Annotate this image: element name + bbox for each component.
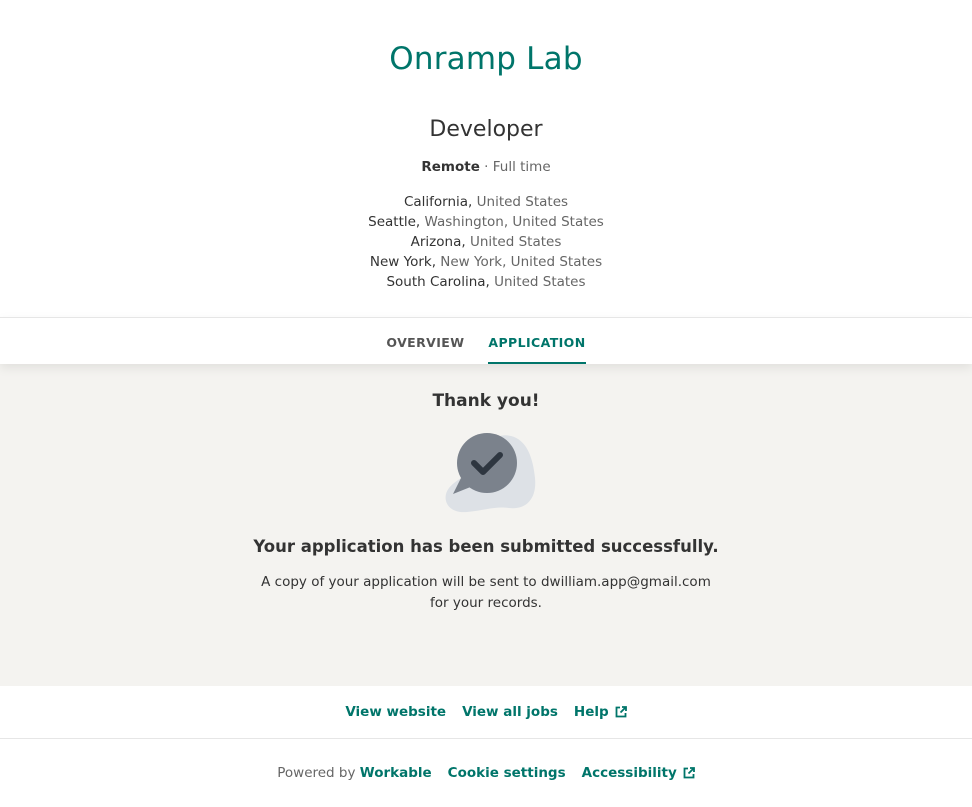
location-item: South Carolina, United States xyxy=(386,274,586,290)
powered-by: Powered by Workable xyxy=(277,765,432,781)
location-item: New York, New York, United States xyxy=(369,254,603,270)
workable-link[interactable]: Workable xyxy=(360,765,432,781)
meta-separator: · xyxy=(484,159,489,175)
copy-note: A copy of your application will be sent … xyxy=(261,574,711,611)
tab-application[interactable]: APPLICATION xyxy=(488,318,586,364)
tab-bar: OVERVIEW APPLICATION xyxy=(0,317,972,364)
view-website-link[interactable]: View website xyxy=(345,704,446,720)
location-item: California, United States xyxy=(403,194,569,210)
company-name: Onramp Lab xyxy=(389,41,583,77)
location-item: Seattle, Washington, United States xyxy=(368,214,604,230)
employment-type: Full time xyxy=(492,159,551,175)
tab-overview[interactable]: OVERVIEW xyxy=(386,318,464,364)
job-title: Developer xyxy=(429,117,543,142)
workplace-type: Remote xyxy=(421,159,480,175)
job-header: Onramp Lab Developer Remote · Full time … xyxy=(0,0,972,318)
external-link-icon xyxy=(683,767,695,779)
location-item: Arizona, United States xyxy=(410,234,562,250)
job-meta: Remote · Full time xyxy=(0,158,972,176)
view-all-jobs-link[interactable]: View all jobs xyxy=(462,704,558,720)
help-link[interactable]: Help xyxy=(574,704,627,720)
location-list: California, United States Seattle, Washi… xyxy=(0,192,972,292)
accessibility-link[interactable]: Accessibility xyxy=(582,765,695,781)
cookie-settings-link[interactable]: Cookie settings xyxy=(448,765,566,781)
company-links: View website View all jobs Help xyxy=(0,686,972,739)
page-footer: Powered by Workable Cookie settings Acce… xyxy=(0,739,972,807)
success-message: Your application has been submitted succ… xyxy=(253,537,719,556)
confirmation-panel: Thank you! Your application has been sub… xyxy=(0,364,972,686)
external-link-icon xyxy=(615,706,627,718)
check-chat-bubble-icon xyxy=(445,433,536,513)
thank-you-heading: Thank you! xyxy=(432,391,540,411)
